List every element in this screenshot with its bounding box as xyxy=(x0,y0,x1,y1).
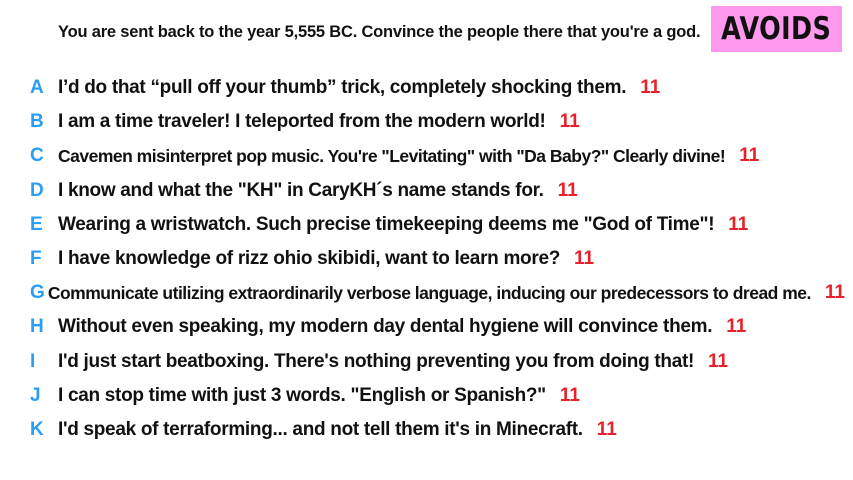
answer-score: 11 xyxy=(739,145,760,167)
answer-letter: K xyxy=(30,418,44,440)
answer-row-g: G Communicate utilizing extraordinarily … xyxy=(30,276,845,310)
answer-letter: H xyxy=(30,316,44,338)
answer-list: A I’d do that “pull off your thumb” tric… xyxy=(30,71,845,447)
answer-row-b: B I am a time traveler! I teleported fro… xyxy=(30,105,845,139)
answer-row-a: A I’d do that “pull off your thumb” tric… xyxy=(30,71,845,105)
answer-row-i: I I'd just start beatboxing. There's not… xyxy=(30,345,845,379)
answer-row-j: J I can stop time with just 3 words. "En… xyxy=(30,379,845,413)
prompt-text: You are sent back to the year 5,555 BC. … xyxy=(58,22,701,41)
answer-row-f: F I have knowledge of rizz ohio skibidi,… xyxy=(30,242,845,276)
answer-text: Wearing a wristwatch. Such precise timek… xyxy=(58,213,715,235)
answer-letter: J xyxy=(30,384,41,406)
answer-text: I can stop time with just 3 words. "Engl… xyxy=(58,384,546,406)
answer-row-d: D I know and what the "KH" in CaryKH´s n… xyxy=(30,174,845,208)
answer-letter: I xyxy=(30,350,36,372)
answer-text: I'd just start beatboxing. There's nothi… xyxy=(58,350,695,372)
answer-text: I have knowledge of rizz ohio skibidi, w… xyxy=(58,248,561,270)
answer-score: 11 xyxy=(824,282,845,304)
answer-letter: D xyxy=(30,179,44,201)
answer-score: 11 xyxy=(557,179,578,201)
answer-score: 11 xyxy=(728,213,749,235)
answer-score: 11 xyxy=(574,248,595,270)
answer-letter: B xyxy=(30,111,44,133)
answer-letter: C xyxy=(30,145,44,167)
answer-row-k: K I'd speak of terraforming... and not t… xyxy=(30,413,845,447)
answer-score: 11 xyxy=(708,350,729,372)
answer-row-h: H Without even speaking, my modern day d… xyxy=(30,310,845,344)
answer-text: Cavemen misinterpret pop music. You're "… xyxy=(58,145,726,166)
answer-text: Without even speaking, my modern day den… xyxy=(58,316,713,338)
answer-text: I am a time traveler! I teleported from … xyxy=(58,111,546,133)
answer-text: I’d do that “pull off your thumb” trick,… xyxy=(58,77,627,99)
answer-letter: G xyxy=(30,282,45,304)
answer-letter: E xyxy=(30,213,43,235)
answer-score: 11 xyxy=(596,418,617,440)
answer-letter: F xyxy=(30,248,42,270)
answer-row-e: E Wearing a wristwatch. Such precise tim… xyxy=(30,208,845,242)
answer-row-c: C Cavemen misinterpret pop music. You're… xyxy=(30,139,845,173)
answer-text: Communicate utilizing extraordinarily ve… xyxy=(47,282,812,303)
answer-score: 11 xyxy=(559,111,580,133)
answer-letter: A xyxy=(30,77,44,99)
answer-text: I know and what the "KH" in CaryKH´s nam… xyxy=(58,179,544,201)
answer-score: 11 xyxy=(559,384,580,406)
answer-score: 11 xyxy=(640,77,661,99)
avoids-badge: AVOIDS xyxy=(711,6,842,52)
answer-text: I'd speak of terraforming... and not tel… xyxy=(58,418,583,440)
badge-label: AVOIDS xyxy=(721,11,832,47)
answer-score: 11 xyxy=(726,316,747,338)
